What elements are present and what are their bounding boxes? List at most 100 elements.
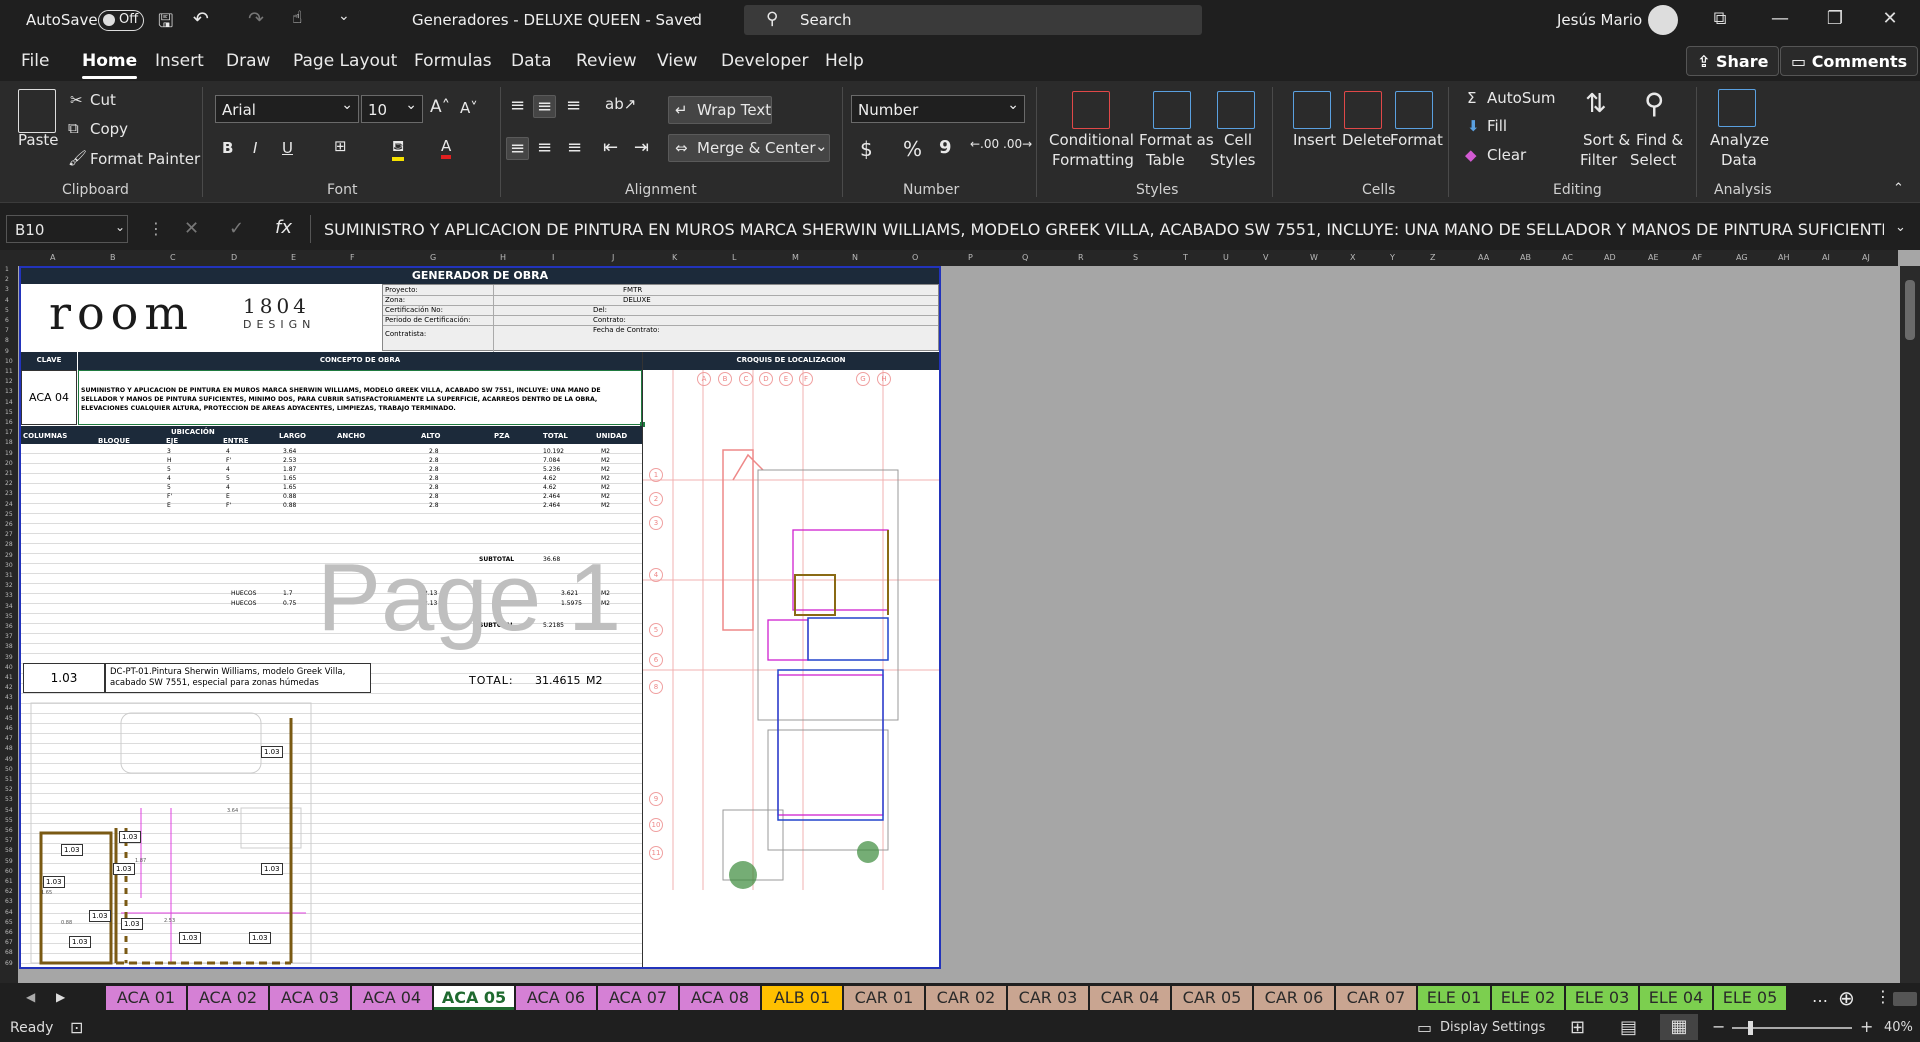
align-top-icon[interactable]: ≡ [510,95,525,116]
cell-styles-button[interactable]: Cell [1224,131,1252,149]
sheet-tab[interactable]: CAR 01 [844,986,924,1010]
customize-qat-icon[interactable]: ⌄ [338,8,350,24]
row-header[interactable]: 1 [5,266,9,273]
more-sheets-icon[interactable]: … [1812,987,1828,1006]
row-header[interactable]: 19 [5,450,13,457]
decrease-decimal-icon[interactable]: .00→ [1003,137,1032,151]
sort-filter-button-line2[interactable]: Filter [1580,151,1617,169]
format-painter-button[interactable]: Format Painter [90,150,200,168]
row-header[interactable]: 29 [5,552,13,559]
shrink-font-icon[interactable]: A˅ [460,99,478,117]
menu-formulas[interactable]: Formulas [414,51,492,71]
insert-cells-button[interactable]: Insert [1293,131,1336,149]
display-settings-button[interactable]: Display Settings [1440,1020,1545,1035]
conditional-formatting-icon[interactable] [1072,91,1110,129]
table-cell[interactable]: 5.236 [543,466,560,473]
column-header[interactable]: F [350,253,355,262]
row-header[interactable]: 43 [5,694,13,701]
row-header[interactable]: 52 [5,786,13,793]
column-header[interactable]: M [792,253,799,262]
more-icon[interactable]: ⋮ [148,219,164,238]
row-header[interactable]: 45 [5,715,13,722]
expand-formula-icon[interactable]: ⌄ [1895,220,1906,235]
user-name[interactable]: Jesús Mario [1557,11,1642,29]
sheet-tab[interactable]: ACA 03 [270,986,350,1010]
hueco-cell[interactable]: HUECOS [231,600,256,607]
row-header[interactable]: 25 [5,511,13,518]
underline-button[interactable]: U [282,139,293,157]
fill-color-icon[interactable]: ⛾ [392,137,405,161]
touch-mode-icon[interactable]: ☝ [292,8,302,28]
conditional-formatting-button[interactable]: Conditional [1049,131,1134,149]
row-header[interactable]: 38 [5,643,13,650]
row-header[interactable]: 33 [5,592,13,599]
hueco-cell[interactable]: 0.75 [283,600,296,607]
borders-icon[interactable]: ⊞ [334,137,347,155]
column-header[interactable]: AC [1562,253,1573,262]
merge-center-button[interactable]: ⇔ Merge & Center ⌄ [668,134,830,162]
row-header[interactable]: 48 [5,745,13,752]
cut-icon[interactable]: ✂ [70,91,83,109]
collapse-ribbon-icon[interactable]: ⌃ [1893,181,1904,196]
sheet-tab[interactable]: ALB 01 [762,986,842,1010]
row-header[interactable]: 39 [5,654,13,661]
row-header[interactable]: 54 [5,807,13,814]
font-color-icon[interactable]: A [441,137,452,159]
column-header[interactable]: U [1223,253,1229,262]
row-header[interactable]: 46 [5,725,13,732]
column-header[interactable]: AJ [1862,253,1870,262]
analyze-data-icon[interactable] [1718,89,1756,127]
table-cell[interactable]: 2.8 [429,493,439,500]
cell-styles-icon[interactable] [1217,91,1255,129]
column-header[interactable]: I [552,253,554,262]
table-cell[interactable]: E [226,493,230,500]
column-header[interactable]: AF [1692,253,1702,262]
concepto-cell-selected[interactable]: SUMINISTRO Y APLICACION DE PINTURA EN MU… [78,370,642,425]
comma-button[interactable]: 9 [939,137,952,158]
row-header[interactable]: 7 [5,327,9,334]
menu-home[interactable]: Home [82,51,138,79]
table-cell[interactable]: 3.64 [283,448,296,455]
zoom-level[interactable]: 40% [1884,1020,1913,1035]
column-header[interactable]: S [1133,253,1138,262]
autosum-button[interactable]: AutoSum [1487,89,1555,107]
menu-insert[interactable]: Insert [155,51,204,71]
row-header[interactable]: 67 [5,939,13,946]
row-header[interactable]: 32 [5,582,13,589]
table-cell[interactable]: 5 [167,466,171,473]
insert-cells-icon[interactable] [1293,91,1331,129]
table-cell[interactable]: 1.65 [283,484,296,491]
tab-scroll-right-icon[interactable]: ▶ [56,990,65,1004]
row-header[interactable]: 44 [5,705,13,712]
column-header[interactable]: AB [1520,253,1531,262]
table-cell[interactable]: H [167,457,172,464]
row-header[interactable]: 14 [5,399,13,406]
table-cell[interactable]: 4.62 [543,484,556,491]
row-header[interactable]: 41 [5,674,13,681]
row-header[interactable]: 61 [5,878,13,885]
row-header[interactable]: 59 [5,858,13,865]
sheet-tab[interactable]: ACA 08 [680,986,760,1010]
column-header[interactable]: V [1263,253,1268,262]
table-cell[interactable]: M2 [601,502,610,509]
column-header[interactable]: AH [1778,253,1790,262]
undo-icon[interactable]: ↶ [193,8,209,30]
row-header[interactable]: 66 [5,929,13,936]
row-header[interactable]: 53 [5,796,13,803]
row-header[interactable]: 18 [5,439,13,446]
fill-button[interactable]: Fill [1487,117,1507,135]
format-as-table-button-line2[interactable]: Table [1146,151,1185,169]
row-header[interactable]: 21 [5,470,13,477]
table-cell[interactable]: M2 [601,475,610,482]
menu-developer[interactable]: Developer [721,51,808,71]
page-layout-view-icon[interactable]: ▤ [1620,1017,1637,1038]
sheet-tab[interactable]: ACA 06 [516,986,596,1010]
font-size-select[interactable]: 10 [361,95,423,123]
clear-button[interactable]: Clear [1487,146,1526,164]
row-header[interactable]: 2 [5,276,9,283]
row-header[interactable]: 16 [5,419,13,426]
page-break-view-icon[interactable]: ▦ [1660,1014,1698,1040]
delete-cells-button[interactable]: Delete [1342,131,1391,149]
column-header[interactable]: P [968,253,973,262]
find-select-icon[interactable]: ⚲ [1644,87,1665,120]
